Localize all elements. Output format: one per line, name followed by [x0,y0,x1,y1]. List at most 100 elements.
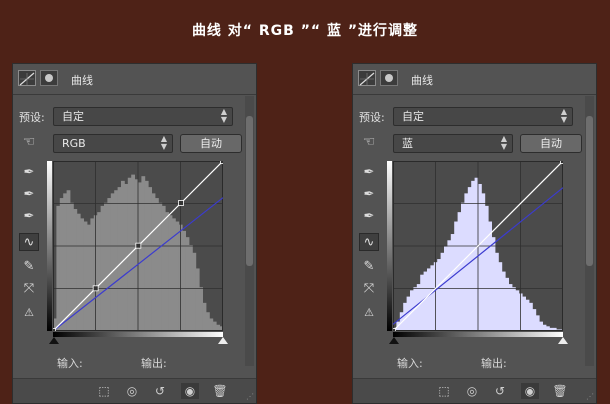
channel-value: RGB [62,137,86,150]
preset-value: 自定 [62,110,84,123]
resize-grip-icon[interactable]: ⋰ [586,392,594,401]
chevron-updown-icon: ▲ ▼ [160,134,167,151]
histogram-bar [532,309,537,331]
curve-point [92,285,99,292]
histogram-bar [437,259,441,331]
white-point-slider[interactable] [218,337,228,344]
curve-point [560,161,563,164]
histogram-bar [104,202,108,331]
histogram-bar [508,284,513,331]
histogram-bar [501,271,506,331]
curve-point [220,161,223,164]
histogram-bar [529,302,533,331]
histogram-bar [138,182,142,331]
histogram-bar [59,198,64,331]
histogram-bar [66,190,71,331]
panel-title: 曲线 [71,74,93,87]
histogram-bar [192,252,197,331]
curve-tool-icon[interactable]: ∿ [19,233,39,251]
histogram-bar [440,252,445,331]
black-point-slider[interactable] [389,337,399,344]
clip-to-layer-icon[interactable]: ⬚ [435,383,453,399]
curve-graph[interactable] [53,161,223,331]
trash-icon[interactable]: 🗑 [551,383,569,399]
smooth-icon[interactable]: ⤧ [19,280,39,298]
clipping-warning-icon[interactable]: ⚠ [19,304,39,322]
preset-label: 预设: [19,111,45,124]
channel-select[interactable]: RGB ▲ ▼ [53,134,173,153]
histogram-bar [525,299,530,331]
clipping-warning-icon[interactable]: ⚠ [359,304,379,322]
view-previous-icon[interactable]: ◎ [463,383,481,399]
output-label: 输出: [141,357,167,370]
curves-icon[interactable] [358,70,376,86]
histogram-bar [416,284,421,331]
panel-title: 曲线 [411,74,433,87]
channel-value: 蓝 [402,137,413,150]
clip-to-layer-icon[interactable]: ⬚ [95,383,113,399]
preset-select[interactable]: 自定 ▲ ▼ [393,107,573,126]
curve-graph[interactable] [393,161,563,331]
histogram-bar [110,193,115,331]
pencil-icon[interactable]: ✎ [19,258,39,276]
scrollbar[interactable] [245,96,254,366]
input-gradient-bar [53,332,223,337]
white-point-slider[interactable] [558,337,568,344]
histogram-bar [488,221,492,331]
histogram-bar [498,262,503,331]
auto-button[interactable]: 自动 [520,134,582,153]
eye-icon[interactable]: ◉ [521,383,539,399]
hand-icon[interactable]: ☜ [19,133,39,151]
histogram-bar [90,218,95,331]
histogram-bar [505,277,509,331]
histogram-bar [464,193,469,331]
preset-label: 预设: [359,111,385,124]
histogram-bar [100,205,105,331]
black-point-slider[interactable] [49,337,59,344]
mask-icon[interactable] [380,70,398,86]
output-gradient-bar [387,161,392,331]
scrollbar[interactable] [585,96,594,366]
histogram-bar [209,318,214,331]
histogram-bar [107,198,112,331]
scrollbar-thumb[interactable] [586,116,593,266]
pencil-icon[interactable]: ✎ [359,258,379,276]
output-label: 输出: [481,357,507,370]
channel-select[interactable]: 蓝 ▲ ▼ [393,134,513,153]
histogram-bar [481,193,486,331]
panel-tabbar: 曲线 [353,64,596,95]
histogram-bar [76,213,81,331]
eyedropper-white-icon[interactable]: ✒ [359,208,379,226]
scrollbar-thumb[interactable] [246,116,253,266]
histogram-bar [454,221,458,331]
eyedropper-white-icon[interactable]: ✒ [19,208,39,226]
resize-grip-icon[interactable]: ⋰ [246,392,254,401]
smooth-icon[interactable]: ⤧ [359,280,379,298]
histogram-bar [185,237,190,331]
input-gradient-bar [393,332,563,337]
panel-footer: ⬚ ◎ ↺ ◉ 🗑 ⋰ [13,378,256,403]
curve-tool-icon[interactable]: ∿ [359,233,379,251]
eyedropper-gray-icon[interactable]: ✒ [19,186,39,204]
auto-button[interactable]: 自动 [180,134,242,153]
histogram-bar [151,193,156,331]
eyedropper-gray-icon[interactable]: ✒ [359,186,379,204]
reset-icon[interactable]: ↺ [491,383,509,399]
histogram-bar [206,312,210,331]
panel-footer: ⬚ ◎ ↺ ◉ 🗑 ⋰ [353,378,596,403]
view-previous-icon[interactable]: ◎ [123,383,141,399]
eyedropper-black-icon[interactable]: ✒ [19,164,39,182]
eye-icon[interactable]: ◉ [181,383,199,399]
curves-icon[interactable] [18,70,36,86]
eyedropper-black-icon[interactable]: ✒ [359,164,379,182]
preset-select[interactable]: 自定 ▲ ▼ [53,107,233,126]
curves-panel-rgb: 曲线 预设: 自定 ▲ ▼ ☜ RGB ▲ ▼ 自动 ✒ ✒ ✒ ∿ ✎ ⤧ ⚠ 输… [12,63,257,404]
histogram-bar [165,212,169,331]
trash-icon[interactable]: 🗑 [211,383,229,399]
histogram-bar [141,176,146,331]
mask-icon[interactable] [40,70,58,86]
hand-icon[interactable]: ☜ [359,133,379,151]
histogram-bar [522,296,526,331]
histogram-bar [427,268,431,331]
reset-icon[interactable]: ↺ [151,383,169,399]
